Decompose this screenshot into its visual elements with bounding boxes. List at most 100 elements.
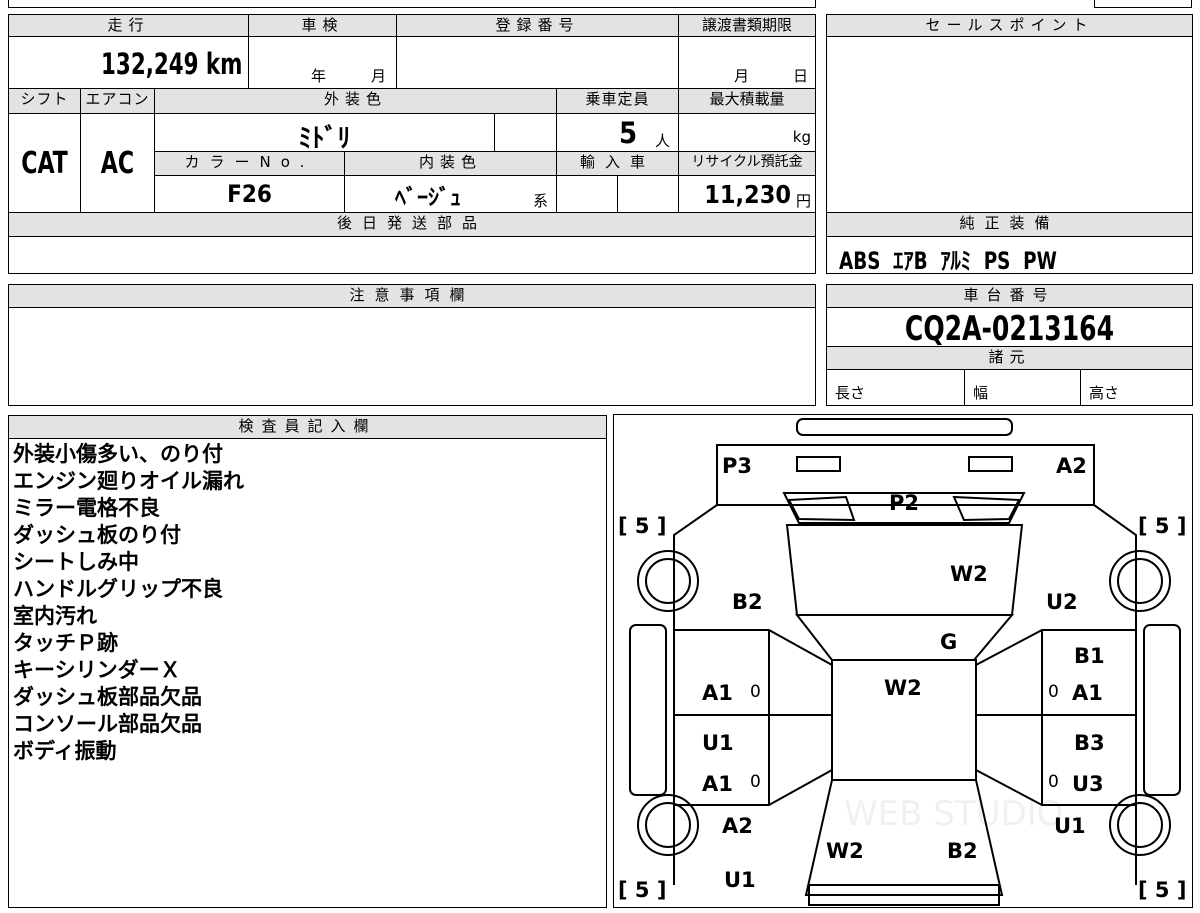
header-inspector: 検査員記入欄	[8, 415, 607, 439]
label-p2: P2	[889, 491, 919, 515]
genuine-equipment-cell: ABS ｴｱB ｱﾙﾐ PS PW	[826, 236, 1193, 275]
inspector-note: ボディ振動	[13, 739, 117, 763]
label-w2-rear: W2	[826, 839, 864, 863]
inspector-note: タッチＰ跡	[13, 631, 118, 655]
color-no-cell: F26	[154, 175, 345, 213]
inspector-note: ダッシュ板部品欠品	[13, 685, 202, 709]
inspector-notes-cell: 外装小傷多い、のり付 エンジン廻りオイル漏れ ミラー電格不良 ダッシュ板のり付 …	[8, 438, 607, 908]
car-diagram: [ 5 ] [ 5 ] [ 5 ] [ 5 ] P3 A2 P2 W2 B2 U…	[613, 414, 1193, 908]
deadline-month: 月	[734, 67, 750, 85]
header-chassis-no: 車台番号	[826, 284, 1193, 308]
header-recycle-fee: リサイクル預託金	[678, 151, 816, 176]
shift-value: CAT	[21, 146, 68, 181]
inspector-note: エンジン廻りオイル漏れ	[13, 469, 244, 493]
label-a1-right-front: A1	[1072, 681, 1103, 705]
header-max-load: 最大積載量	[678, 88, 816, 114]
label-b3-right: B3	[1074, 731, 1105, 755]
tire-tl: [ 5 ]	[618, 514, 666, 538]
inspector-note: 外装小傷多い、のり付	[13, 442, 223, 466]
header-sales-point: セールスポイント	[826, 14, 1193, 37]
mileage-value: 132,249 km	[100, 47, 242, 81]
registration-cell	[396, 36, 679, 89]
label-zero-3: 0	[750, 772, 761, 792]
exterior-color-extra	[494, 113, 557, 152]
spec-width-cell: 幅	[964, 369, 1081, 406]
watermark: WEB STUDIO	[844, 794, 1063, 834]
deadline-cell: 月 日	[678, 36, 816, 89]
mileage-cell: 132,249 km	[8, 36, 249, 89]
interior-color-value: ﾍﾞｰｼﾞｭ	[395, 186, 462, 211]
deadline-day: 日	[793, 67, 809, 85]
label-b2-left: B2	[732, 590, 763, 614]
top-strip	[8, 0, 816, 8]
label-u1-left: U1	[702, 731, 734, 755]
import-cell-b	[617, 175, 679, 213]
spec-length-cell: 長さ	[826, 369, 965, 406]
aircon-value: AC	[100, 146, 135, 181]
header-exterior-color: 外装色	[154, 88, 557, 114]
color-no-value: F26	[227, 180, 272, 208]
header-specs: 諸元	[826, 346, 1193, 370]
capacity-unit: 人	[655, 132, 671, 150]
shaken-cell: 年 月	[248, 36, 397, 89]
label-w2-hood: W2	[950, 562, 988, 586]
label-b2-rear: B2	[947, 839, 978, 863]
label-u2-right: U2	[1046, 590, 1078, 614]
inspector-note: ダッシュ板のり付	[13, 523, 181, 547]
header-interior-color: 内装色	[344, 151, 557, 176]
label-g: G	[940, 630, 957, 654]
label-zero-4: 0	[1048, 772, 1059, 792]
label-u3-right: U3	[1072, 772, 1104, 796]
header-notes: 注意事項欄	[8, 284, 816, 308]
label-p3: P3	[722, 454, 752, 478]
label-w2-roof: W2	[884, 676, 922, 700]
sales-point-cell	[826, 36, 1193, 213]
capacity-value: 5	[619, 116, 638, 150]
inspector-note: シートしみ中	[13, 550, 139, 574]
shift-cell: CAT	[8, 113, 81, 213]
max-load-cell: kg	[678, 113, 816, 152]
shaken-year: 年	[311, 67, 327, 85]
spec-length: 長さ	[835, 384, 866, 402]
label-a2-top: A2	[1056, 454, 1087, 478]
interior-color-cell: ﾍﾞｰｼﾞｭ 系	[344, 175, 557, 213]
later-parts-cell	[8, 236, 816, 274]
chassis-no-cell: CQ2A-0213164	[826, 307, 1193, 349]
label-a1-left-rear: A1	[702, 772, 733, 796]
header-later-parts: 後日発送部品	[8, 212, 816, 237]
label-u1-bottom: U1	[724, 868, 756, 892]
header-transfer-deadline: 譲渡書類期限	[678, 14, 816, 37]
header-capacity: 乗車定員	[556, 88, 679, 114]
shaken-month: 月	[371, 67, 387, 85]
capacity-cell: 5 人	[556, 113, 679, 152]
label-a1-left-front: A1	[702, 681, 733, 705]
tire-br: [ 5 ]	[1138, 878, 1186, 902]
spec-height-cell: 高さ	[1080, 369, 1193, 406]
header-genuine-equipment: 純正装備	[826, 212, 1193, 237]
notes-cell	[8, 307, 816, 406]
aircon-cell: AC	[80, 113, 155, 213]
header-registration: 登録番号	[396, 14, 679, 37]
header-shift: シフト	[8, 88, 81, 114]
recycle-fee-cell: 11,230 円	[678, 175, 816, 213]
recycle-fee-value: 11,230	[704, 180, 791, 209]
label-b1-right: B1	[1074, 644, 1105, 668]
top-strip-right	[1094, 0, 1192, 8]
spec-height: 高さ	[1089, 384, 1120, 402]
car-diagram-svg: [ 5 ] [ 5 ] [ 5 ] [ 5 ] P3 A2 P2 W2 B2 U…	[618, 418, 1186, 906]
tire-bl: [ 5 ]	[618, 878, 666, 902]
inspector-note: ハンドルグリップ不良	[13, 577, 223, 601]
label-a2-left-rear: A2	[722, 814, 753, 838]
tire-tr: [ 5 ]	[1138, 514, 1186, 538]
import-cell-a	[556, 175, 618, 213]
exterior-color-value: ﾐﾄﾞﾘ	[298, 124, 351, 154]
chassis-no-value: CQ2A-0213164	[904, 309, 1115, 349]
header-aircon: エアコン	[80, 88, 155, 114]
header-color-no: カラーNo.	[154, 151, 345, 176]
header-import: 輸入車	[556, 151, 679, 176]
interior-suffix: 系	[533, 192, 549, 210]
inspector-note: コンソール部品欠品	[13, 712, 202, 736]
max-load-unit: kg	[792, 128, 811, 146]
genuine-equipment-value: ABS ｴｱB ｱﾙﾐ PS PW	[839, 247, 1057, 275]
header-mileage: 走行	[8, 14, 249, 37]
